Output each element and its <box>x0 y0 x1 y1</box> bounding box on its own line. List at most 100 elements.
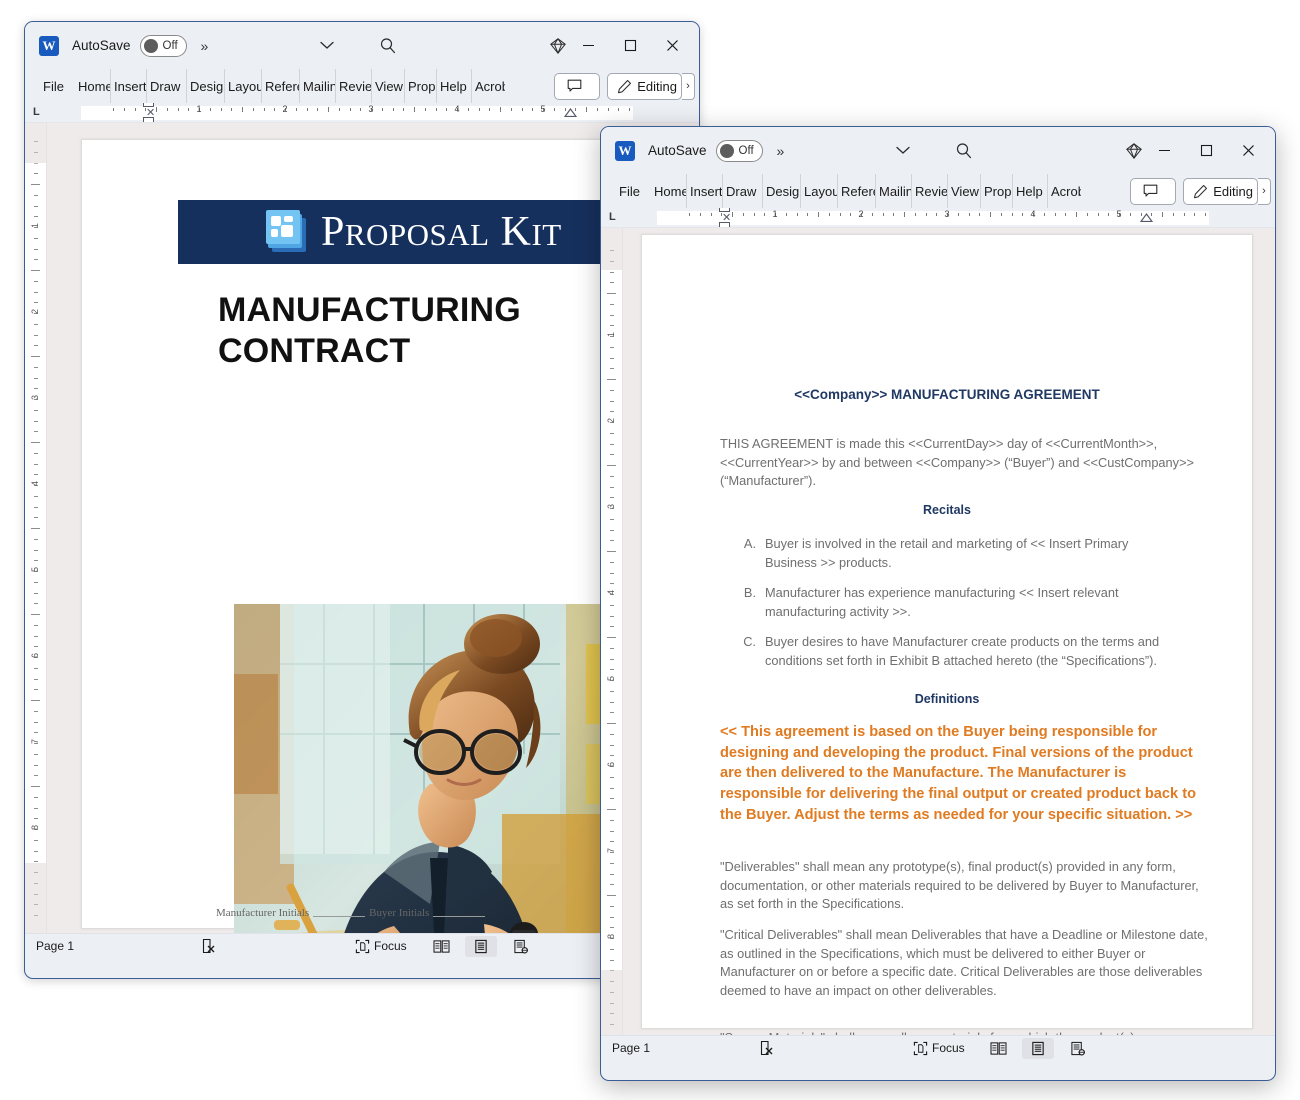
vertical-ruler-tick <box>610 873 614 875</box>
search-icon[interactable] <box>376 22 400 69</box>
page-number-label[interactable]: Page 1 <box>36 939 74 953</box>
document-title-line2: CONTRACT <box>218 331 411 370</box>
tab-view[interactable]: View <box>372 69 405 103</box>
editing-button[interactable]: Editing <box>1183 177 1258 205</box>
right-indent-marker[interactable] <box>1140 213 1153 222</box>
vertical-ruler[interactable]: 1 2 3 4 5 6 7 8 <box>601 228 623 1035</box>
focus-mode-button[interactable]: Focus <box>355 934 407 959</box>
vertical-ruler-tick <box>34 302 38 304</box>
editing-dropdown-caret-icon[interactable]: › <box>682 72 695 100</box>
search-icon[interactable] <box>952 127 976 174</box>
page-footer-initials: Manufacturer Initials Buyer Initials <box>216 906 489 919</box>
ruler-tick <box>156 107 157 112</box>
minimize-icon[interactable] <box>567 29 609 63</box>
vertical-ruler-tick <box>610 830 614 832</box>
editing-dropdown-caret-icon[interactable]: › <box>1258 177 1271 205</box>
tab-design[interactable]: Design <box>187 69 225 103</box>
vertical-ruler-tick <box>610 432 614 434</box>
tab-mailings[interactable]: Mailings <box>876 174 912 208</box>
vertical-ruler-tick <box>34 893 38 895</box>
horizontal-ruler[interactable]: L 12345 ✕ <box>601 208 1275 228</box>
tab-references[interactable]: References <box>838 174 876 208</box>
word-window-front[interactable]: W AutoSave Off » File Home Insert Draw D… <box>600 126 1276 1081</box>
proofing-errors-icon[interactable] <box>759 1036 775 1061</box>
tab-review[interactable]: Review <box>336 69 372 103</box>
vertical-ruler-tick <box>34 861 38 863</box>
tab-layout[interactable]: Layout <box>801 174 838 208</box>
vertical-ruler-number: 5 <box>30 567 40 573</box>
proposal-kit-logo-icon <box>266 210 312 254</box>
window-controls <box>1143 127 1269 174</box>
right-indent-marker[interactable] <box>564 108 577 117</box>
web-layout-button[interactable] <box>505 934 537 959</box>
editing-button[interactable]: Editing <box>607 72 682 100</box>
ruler-tick <box>1129 213 1131 216</box>
tab-help[interactable]: Help <box>1013 174 1048 208</box>
tab-view[interactable]: View <box>948 174 981 208</box>
tab-references[interactable]: References <box>262 69 300 103</box>
tab-draw[interactable]: Draw <box>723 174 763 208</box>
comments-button[interactable] <box>1130 177 1177 205</box>
tab-help[interactable]: Help <box>437 69 472 103</box>
vertical-ruler-tick <box>34 775 38 777</box>
tab-layout[interactable]: Layout <box>225 69 262 103</box>
document-page[interactable]: <<Company>> MANUFACTURING AGREEMENT THIS… <box>641 234 1253 1035</box>
tab-home[interactable]: Home <box>651 174 687 208</box>
brand-p: P <box>321 209 345 255</box>
vertical-ruler[interactable]: 1 2 3 4 5 6 7 8 <box>25 123 47 933</box>
word-window-back[interactable]: W AutoSave Off » File Home Insert Draw D… <box>24 21 700 979</box>
proposal-kit-banner: PROPOSAL KIT <box>178 200 658 264</box>
ruler-tick <box>360 108 362 111</box>
vertical-ruler-tick <box>610 454 614 456</box>
page-number-label[interactable]: Page 1 <box>612 1041 650 1055</box>
quick-access-overflow-button[interactable]: » <box>777 143 785 159</box>
autosave-toggle[interactable]: Off <box>139 34 187 57</box>
close-icon[interactable] <box>1227 134 1269 168</box>
tab-properties[interactable]: Properties <box>981 174 1013 208</box>
word-icon: W <box>39 35 59 56</box>
ruler-tick <box>957 213 959 216</box>
maximize-icon[interactable] <box>609 29 651 63</box>
list-text: Manufacturer has experience manufacturin… <box>765 585 1119 619</box>
maximize-icon[interactable] <box>1185 134 1227 168</box>
tab-mailings[interactable]: Mailings <box>300 69 336 103</box>
close-icon[interactable] <box>651 29 693 63</box>
ruler-tick <box>467 108 469 111</box>
horizontal-ruler[interactable]: L 12345 ✕ <box>25 103 699 123</box>
print-layout-button[interactable] <box>465 934 497 959</box>
tab-properties[interactable]: Properties <box>405 69 437 103</box>
print-layout-button[interactable] <box>1022 1036 1054 1061</box>
minimize-icon[interactable] <box>1143 134 1185 168</box>
page-scroll-area[interactable]: <<Company>> MANUFACTURING AGREEMENT THIS… <box>623 228 1275 1035</box>
focus-mode-button[interactable]: Focus <box>913 1036 965 1061</box>
vertical-ruler-tick <box>34 753 38 755</box>
tab-acrobat[interactable]: Acrobat <box>472 69 505 103</box>
tab-home[interactable]: Home <box>75 69 111 103</box>
document-page[interactable]: PROPOSAL KIT MANUFACTURING CONTRACT Manu… <box>81 139 658 933</box>
read-mode-button[interactable] <box>982 1036 1014 1061</box>
tab-insert[interactable]: Insert <box>111 69 147 103</box>
tab-acrobat[interactable]: Acrobat <box>1048 174 1081 208</box>
ruler-tick <box>553 108 555 111</box>
ribbon-display-chevron-icon[interactable] <box>891 127 915 174</box>
vertical-ruler-tick <box>610 260 614 262</box>
tab-file[interactable]: File <box>35 69 67 103</box>
ruler-tick <box>113 108 114 111</box>
autosave-toggle[interactable]: Off <box>715 139 763 162</box>
tab-review[interactable]: Review <box>912 174 948 208</box>
ribbon-display-chevron-icon[interactable] <box>315 22 339 69</box>
web-layout-button[interactable] <box>1062 1036 1094 1061</box>
ruler-tick <box>796 213 798 216</box>
vertical-ruler-tick <box>34 420 38 422</box>
vertical-ruler-ticks: 1 2 3 4 5 6 7 8 <box>25 123 46 933</box>
tab-draw[interactable]: Draw <box>147 69 187 103</box>
definition-critical-deliverables: "Critical Deliverables" shall mean Deliv… <box>720 927 1208 998</box>
comments-button[interactable] <box>554 72 601 100</box>
brand-k: K <box>500 209 532 255</box>
tab-insert[interactable]: Insert <box>687 174 723 208</box>
proofing-errors-icon[interactable] <box>201 934 217 959</box>
read-mode-button[interactable] <box>425 934 457 959</box>
tab-design[interactable]: Design <box>763 174 801 208</box>
tab-file[interactable]: File <box>611 174 643 208</box>
quick-access-overflow-button[interactable]: » <box>201 38 209 54</box>
